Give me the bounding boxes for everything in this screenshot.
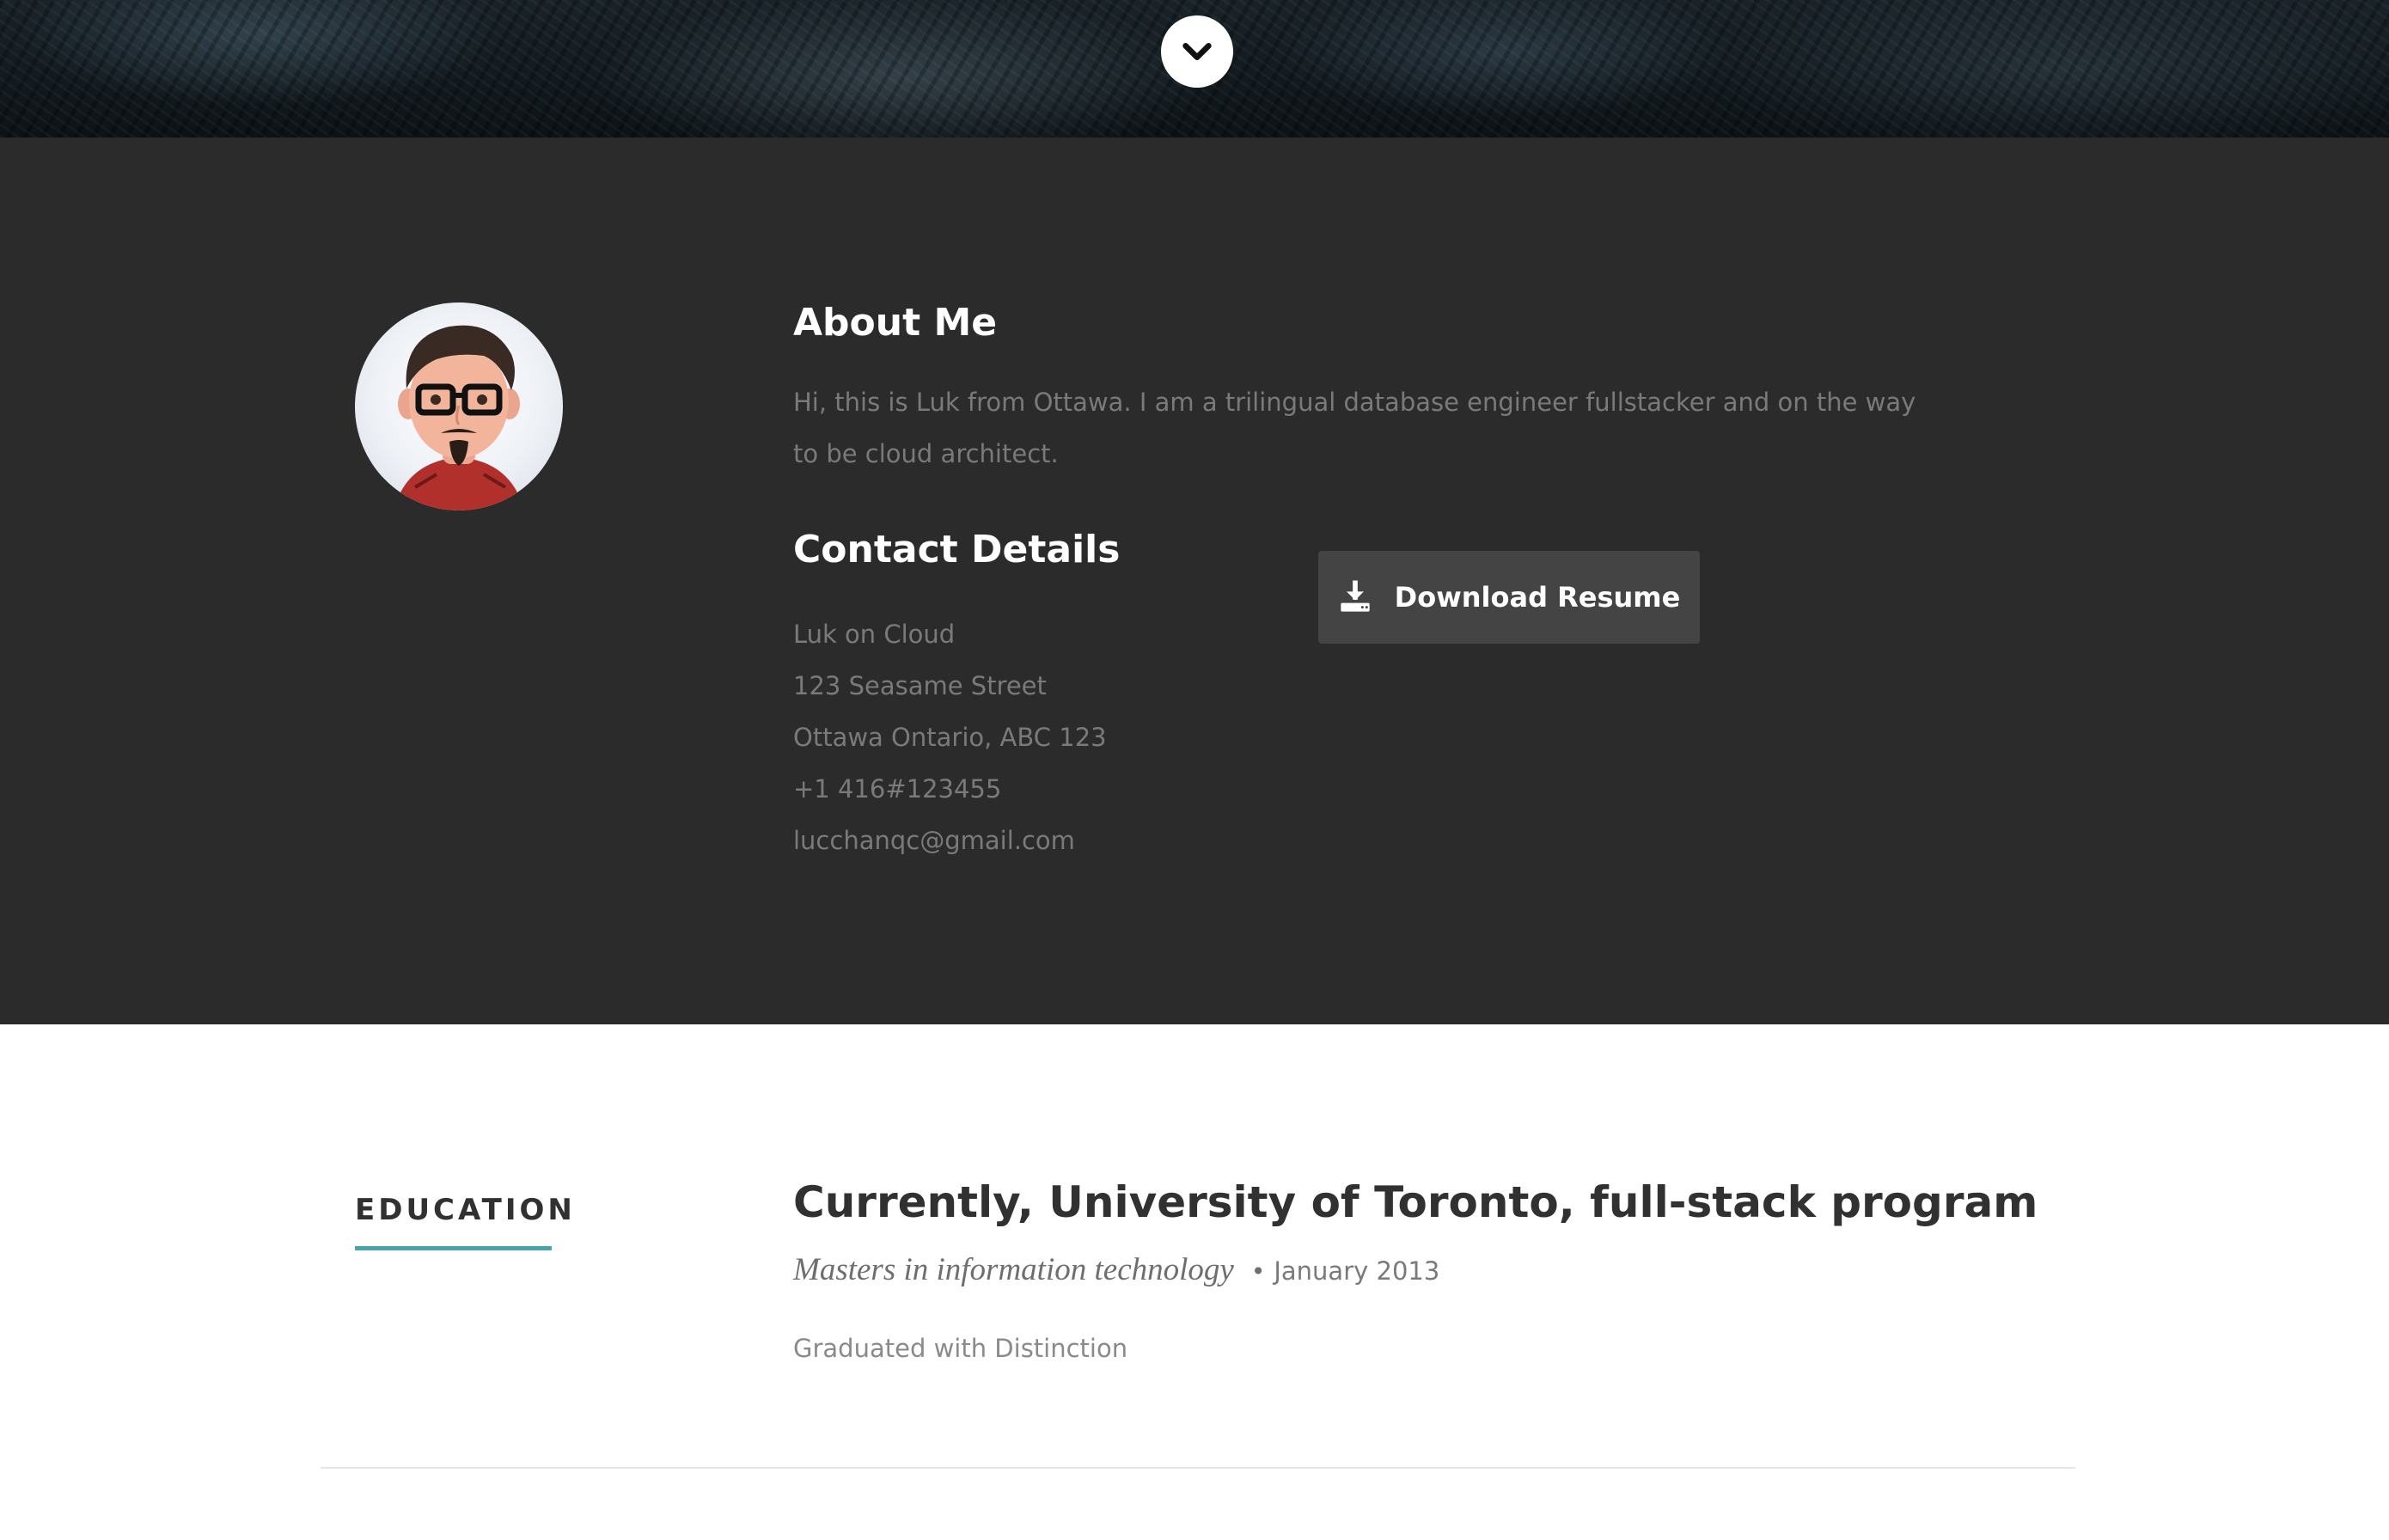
avatar-illustration — [394, 325, 524, 510]
contact-details-heading: Contact Details — [793, 528, 1121, 571]
contact-email[interactable]: lucchanqc@gmail.com — [793, 815, 1107, 866]
education-degree: Masters in information technology — [793, 1252, 1234, 1287]
education-bullet: • — [1250, 1257, 1266, 1286]
contact-street: 123 Seasame Street — [793, 671, 1047, 700]
download-icon — [1340, 580, 1370, 612]
chevron-down-icon — [1182, 43, 1212, 60]
profile-avatar — [355, 302, 563, 510]
education-label-underline — [355, 1246, 552, 1250]
section-divider — [321, 1467, 2075, 1469]
download-resume-label: Download Resume — [1394, 581, 1681, 614]
contact-details-list: Luk on Cloud 123 Seasame Street Ottawa O… — [793, 608, 1107, 866]
contact-phone: +1 416#123455 — [793, 774, 1002, 804]
about-me-heading: About Me — [793, 301, 998, 345]
hero-banner — [0, 0, 2389, 138]
education-meta: Masters in information technology • Janu… — [793, 1251, 1439, 1288]
education-date: January 2013 — [1274, 1256, 1440, 1286]
download-resume-button[interactable]: Download Resume — [1318, 551, 1700, 644]
education-description: Graduated with Distinction — [793, 1334, 1128, 1363]
about-section: About Me Hi, this is Luk from Ottawa. I … — [0, 138, 2389, 1024]
contact-name: Luk on Cloud — [793, 620, 956, 649]
contact-city: Ottawa Ontario, ABC 123 — [793, 723, 1107, 752]
about-me-text: Hi, this is Luk from Ottawa. I am a tril… — [793, 388, 1916, 468]
education-school-title: Currently, University of Toronto, full-s… — [793, 1177, 2038, 1227]
education-section-label: EDUCATION — [355, 1193, 576, 1227]
scroll-down-button[interactable] — [1161, 15, 1233, 88]
